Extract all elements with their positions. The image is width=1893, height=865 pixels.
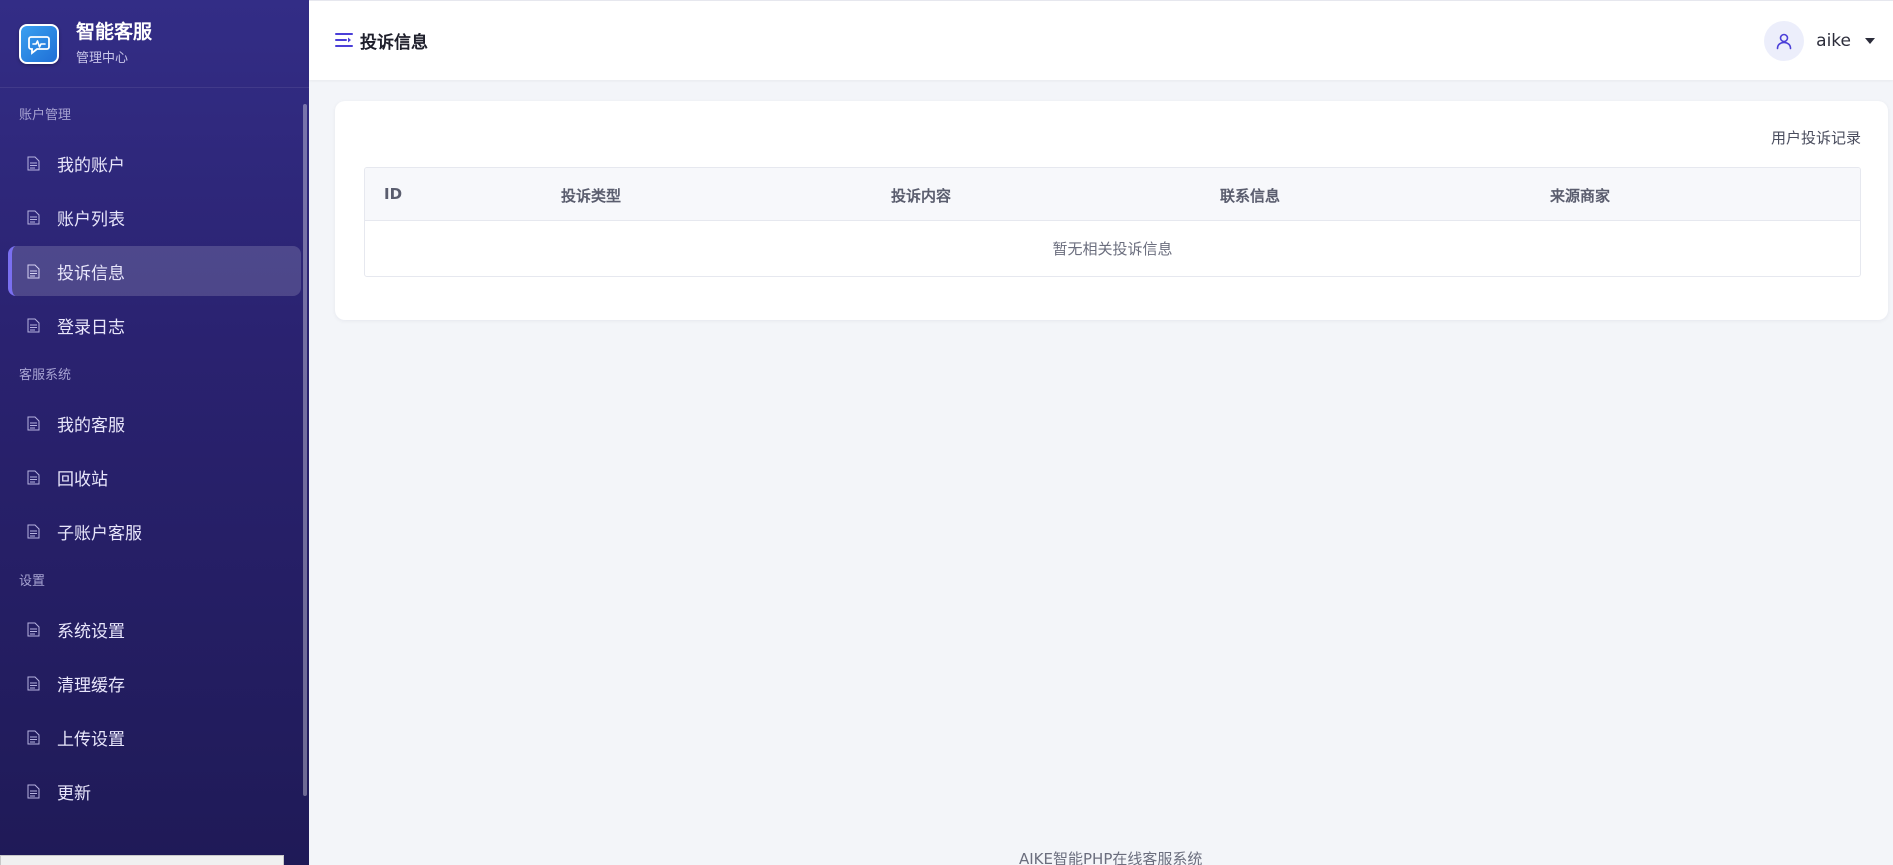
complaints-card: 用户投诉记录 ID 投诉类型 投诉内容 联系信息 来源商家 暂无相关投诉信息	[335, 101, 1888, 320]
document-icon	[27, 524, 40, 538]
sidebar-item-label: 清理缓存	[57, 675, 125, 696]
sidebar-item-label: 回收站	[57, 469, 108, 490]
sidebar-item-label: 账户列表	[57, 209, 125, 230]
nav-group-label: 设置	[19, 574, 46, 589]
sidebar-item-recycle-bin[interactable]: 回收站	[8, 452, 301, 502]
sidebar-item-sub-account-service[interactable]: 子账户客服	[8, 506, 301, 556]
sidebar-item-label: 子账户客服	[57, 523, 142, 544]
column-header-merchant: 来源商家	[1550, 187, 1611, 205]
footer-text: AIKE智能PHP在线客服系统	[1019, 850, 1203, 865]
sidebar-item-label: 上传设置	[57, 729, 125, 750]
column-header-id: ID	[384, 185, 403, 203]
sidebar-item-label: 我的客服	[57, 415, 125, 436]
sidebar-item-label: 系统设置	[57, 621, 125, 642]
brand-title: 智能客服	[76, 21, 153, 43]
document-icon	[27, 470, 40, 484]
complaint-records-link[interactable]: 用户投诉记录	[1771, 127, 1861, 148]
empty-state-row: 暂无相关投诉信息	[1052, 240, 1173, 258]
document-icon	[27, 416, 40, 430]
sidebar-item-my-service[interactable]: 我的客服	[8, 398, 301, 448]
column-header-contact: 联系信息	[1220, 187, 1281, 205]
username[interactable]: aike	[1816, 31, 1851, 51]
chat-bubble-icon	[19, 23, 59, 64]
nav-group-label: 客服系统	[19, 368, 72, 383]
sidebar-item-clear-cache[interactable]: 清理缓存	[8, 658, 301, 708]
column-header-type: 投诉类型	[561, 187, 622, 205]
sidebar-item-complaints[interactable]: 投诉信息	[8, 246, 301, 296]
sidebar-item-account-list[interactable]: 账户列表	[8, 192, 301, 242]
sidebar-item-label: 我的账户	[57, 155, 125, 176]
document-icon	[27, 318, 40, 332]
sidebar-item-update[interactable]: 更新	[8, 766, 301, 816]
document-icon	[27, 730, 40, 744]
sidebar-item-my-account[interactable]: 我的账户	[8, 138, 301, 188]
document-icon	[27, 156, 40, 170]
brand-subtitle: 管理中心	[76, 51, 129, 66]
complaints-table: ID 投诉类型 投诉内容 联系信息 来源商家 暂无相关投诉信息	[364, 167, 1861, 277]
sidebar-item-label: 更新	[57, 783, 91, 804]
document-icon	[27, 622, 40, 636]
document-icon	[27, 264, 40, 278]
sidebar-item-upload-settings[interactable]: 上传设置	[8, 712, 301, 762]
document-icon	[27, 676, 40, 690]
sidebar-item-login-log[interactable]: 登录日志	[8, 300, 301, 350]
sidebar-item-label: 投诉信息	[57, 263, 125, 284]
nav-group-label: 账户管理	[19, 108, 72, 123]
sidebar-item-label: 登录日志	[57, 317, 125, 338]
page-title: 投诉信息	[360, 33, 428, 53]
sidebar-item-system-settings[interactable]: 系统设置	[8, 604, 301, 654]
user-icon[interactable]	[1764, 21, 1805, 61]
chevron-down-icon[interactable]	[1865, 38, 1875, 44]
document-icon	[27, 210, 40, 224]
topbar: 投诉信息 aike	[309, 0, 1893, 80]
sidebar: 智能客服 管理中心 账户管理 我的账户 账户列表 投诉信息 登录日志 客服系统 …	[0, 0, 309, 865]
browser-status-bar	[0, 855, 284, 865]
table-header: ID 投诉类型 投诉内容 联系信息 来源商家	[365, 168, 1860, 221]
menu-toggle-icon[interactable]	[335, 32, 353, 48]
sidebar-nav: 账户管理 我的账户 账户列表 投诉信息 登录日志 客服系统 我的客服 回收站 子…	[0, 104, 309, 820]
document-icon	[27, 784, 40, 798]
column-header-content: 投诉内容	[891, 187, 952, 205]
brand[interactable]: 智能客服 管理中心	[0, 0, 309, 88]
user-menu[interactable]: aike	[1764, 21, 1875, 61]
sidebar-scrollbar[interactable]	[303, 104, 307, 796]
